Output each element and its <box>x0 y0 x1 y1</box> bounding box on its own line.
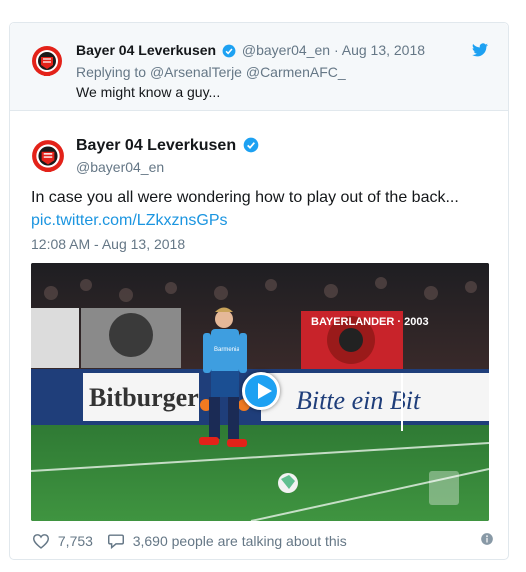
replying-to-line: Replying to @ArsenalTerje @CarmenAFC_ <box>76 64 346 80</box>
tweet-timestamp[interactable]: 12:08 AM - Aug 13, 2018 <box>31 236 185 252</box>
parent-tweet-text: We might know a guy... <box>76 84 221 100</box>
main-author-handle[interactable]: @bayer04_en <box>76 159 164 175</box>
info-icon[interactable] <box>480 532 494 546</box>
media-link[interactable]: pic.twitter.com/LZkxznsGPs <box>31 212 228 230</box>
twitter-bird-icon[interactable] <box>472 43 488 57</box>
replying-to-label: Replying to <box>76 64 147 80</box>
parent-author-handle[interactable]: @bayer04_en <box>242 42 330 58</box>
main-tweet-text: In case you all were wondering how to pl… <box>31 189 459 206</box>
embedded-tweet-card: Bayer 04 Leverkusen @bayer04_en · Aug 13… <box>9 22 509 560</box>
verified-badge-icon <box>222 44 236 58</box>
parent-tweet-header: Bayer 04 Leverkusen @bayer04_en · Aug 13… <box>76 42 425 58</box>
tweet-footer: 7,753 3,690 people are talking about thi… <box>32 532 347 550</box>
main-author-name[interactable]: Bayer 04 Leverkusen <box>76 137 236 154</box>
replying-to-handles[interactable]: @ArsenalTerje @CarmenAFC_ <box>150 64 346 80</box>
reply-bubble-icon[interactable] <box>107 533 125 550</box>
verified-badge-icon <box>243 137 258 153</box>
video-player[interactable]: BAYERLANDER · 2003 Bitburger Bitte ein B… <box>31 263 489 521</box>
bayer-logo-icon[interactable] <box>31 45 63 77</box>
bayer-logo-icon[interactable] <box>31 139 65 173</box>
like-count[interactable]: 7,753 <box>58 533 93 549</box>
main-author-name-row: Bayer 04 Leverkusen <box>76 137 261 155</box>
fan-flag-text: BAYERLANDER · 2003 <box>311 316 429 328</box>
parent-tweet-date[interactable]: Aug 13, 2018 <box>342 42 425 58</box>
heart-icon[interactable] <box>32 533 50 550</box>
parent-tweet[interactable]: Bayer 04 Leverkusen @bayer04_en · Aug 13… <box>10 23 508 111</box>
separator-dot: · <box>333 42 339 58</box>
banner-left-text: Bitburger <box>89 383 199 412</box>
jersey-text: Barmenia <box>214 347 240 353</box>
play-button[interactable] <box>242 372 280 410</box>
people-talking-link[interactable]: 3,690 people are talking about this <box>133 533 347 549</box>
parent-author-name[interactable]: Bayer 04 Leverkusen <box>76 42 216 58</box>
